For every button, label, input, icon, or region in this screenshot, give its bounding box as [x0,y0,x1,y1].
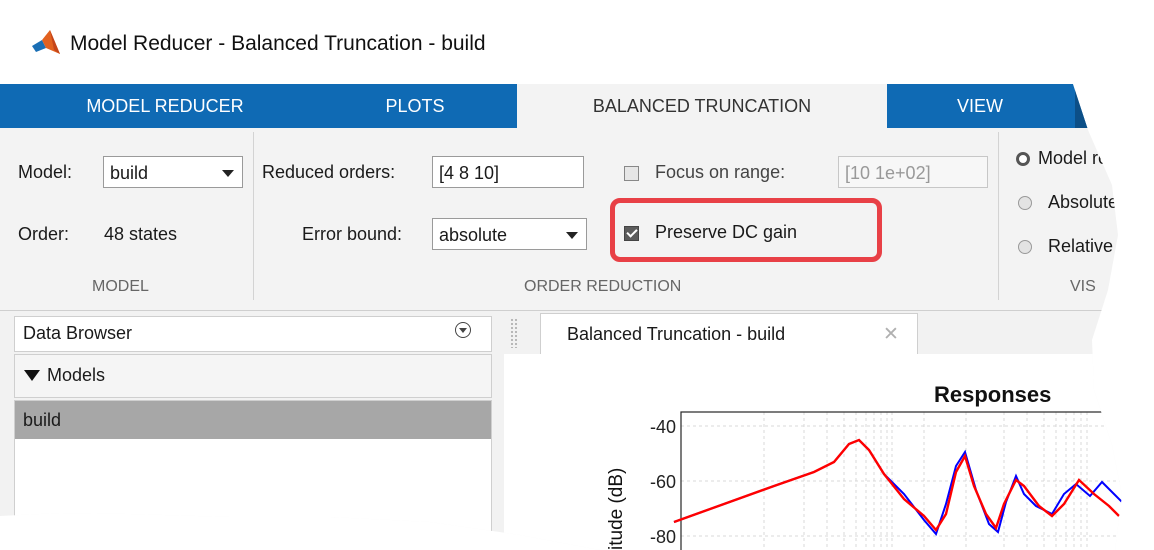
focus-on-range-checkbox[interactable] [624,166,639,181]
list-item-label: build [23,410,62,430]
section-label-model: MODEL [92,278,149,295]
document-tab-label: Balanced Truncation - build [567,324,786,344]
tab-balanced-truncation[interactable]: BALANCED TRUNCATION [517,84,887,128]
toolstrip-tabs: MODEL REDUCER PLOTS BALANCED TRUNCATION … [0,84,1122,128]
matlab-logo-icon [32,30,60,54]
tab-label: MODEL REDUCER [86,96,244,116]
close-icon[interactable]: ✕ [883,323,899,346]
model-dropdown[interactable]: build [103,156,243,188]
error-bound-dropdown[interactable]: absolute [432,218,587,250]
tab-plots[interactable]: PLOTS [340,84,490,128]
list-item[interactable]: build [15,401,491,439]
focus-range-input[interactable]: [10 1e+02] [838,156,988,188]
radio-relative-label: Relative [1048,236,1114,256]
models-group-label: Models [47,365,106,385]
section-divider [998,132,999,300]
data-browser-title: Data Browser [23,323,133,343]
tab-label: PLOTS [385,96,445,116]
error-bound-label: Error bound: [302,224,403,244]
highlight-box [610,198,882,262]
response-chart: Responses itude (dB) -40 -60 -80 [606,382,1122,550]
triangle-down-icon [24,370,40,381]
chevron-down-icon [566,232,578,239]
reduced-orders-label: Reduced orders: [262,162,396,182]
y-tick-label: -40 [650,417,676,437]
tab-label: VIEW [956,96,1003,116]
chart-grid [681,412,1122,550]
ribbon: Model: build Order: 48 states MODEL Redu… [0,128,1122,311]
plot-canvas: Responses itude (dB) -40 -60 -80 [504,354,1122,550]
y-tick-labels: -40 -60 -80 [650,417,676,547]
chart-title: Responses [934,382,1051,407]
order-label: Order: [18,224,70,244]
data-browser-header: Data Browser [14,316,492,352]
drag-grip-icon[interactable] [510,318,518,348]
order-value: 48 states [104,224,178,244]
section-label-visualize: VIS [1070,278,1096,295]
error-bound-value: absolute [439,225,508,245]
series-line-red [673,438,1120,533]
chevron-down-icon [222,170,234,177]
tab-label: BALANCED TRUNCATION [592,96,812,116]
reduced-orders-input[interactable]: [4 8 10] [432,156,584,188]
radio-relative[interactable] [1018,240,1032,254]
y-tick-label: -60 [650,472,676,492]
panel-menu-icon[interactable] [455,322,471,338]
focus-on-range-label: Focus on range: [655,162,786,182]
y-tick-label: -80 [650,527,676,547]
radio-model-response-label: Model res [1038,148,1118,168]
models-group-header[interactable]: Models [14,354,492,398]
radio-absolute[interactable] [1018,196,1032,210]
section-label-order-reduction: ORDER REDUCTION [524,278,682,295]
tab-model-reducer[interactable]: MODEL REDUCER [50,84,280,128]
y-axis-label: itude (dB) [606,468,627,550]
tab-view[interactable]: VIEW [930,84,1030,128]
section-divider [253,132,254,300]
tab-strip-extension [1075,84,1122,128]
radio-model-response[interactable] [1016,152,1030,166]
model-label: Model: [18,162,73,182]
radio-absolute-label: Absolute [1048,192,1119,212]
document-tab[interactable]: Balanced Truncation - build ✕ [540,313,918,355]
window-title: Model Reducer - Balanced Truncation - bu… [70,32,486,55]
model-dropdown-value: build [110,163,149,183]
